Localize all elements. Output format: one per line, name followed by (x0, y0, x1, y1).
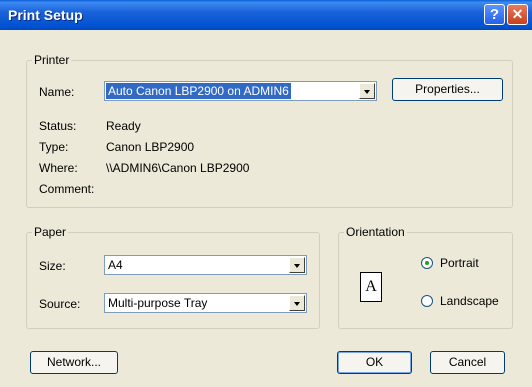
where-label: Where: (39, 161, 78, 175)
ok-button[interactable]: OK (337, 351, 412, 374)
paper-group: Paper (26, 225, 320, 329)
comment-label: Comment: (39, 182, 95, 196)
chevron-down-icon[interactable] (289, 257, 305, 273)
printer-name-value: Auto Canon LBP2900 on ADMIN6 (106, 83, 291, 99)
portrait-page-icon: A (360, 272, 382, 302)
printer-name-select[interactable]: Auto Canon LBP2900 on ADMIN6 (104, 81, 377, 101)
portrait-radio[interactable] (421, 257, 433, 269)
printer-group: Printer (26, 53, 513, 208)
paper-size-value: A4 (108, 258, 123, 272)
landscape-label[interactable]: Landscape (440, 294, 499, 308)
paper-source-select[interactable]: Multi-purpose Tray (104, 293, 307, 313)
print-setup-dialog: Print Setup ? ✕ Printer Name: Auto Canon… (0, 0, 532, 387)
source-label: Source: (39, 297, 81, 311)
type-value: Canon LBP2900 (106, 140, 195, 154)
size-label: Size: (39, 259, 66, 273)
paper-source-value: Multi-purpose Tray (108, 296, 208, 310)
paper-size-select[interactable]: A4 (104, 255, 307, 275)
status-label: Status: (39, 119, 77, 133)
window-title: Print Setup (8, 7, 83, 23)
portrait-label[interactable]: Portrait (440, 256, 479, 270)
network-button[interactable]: Network... (30, 351, 118, 374)
name-label: Name: (39, 85, 75, 99)
cancel-button[interactable]: Cancel (430, 351, 505, 374)
type-label: Type: (39, 140, 69, 154)
close-button[interactable]: ✕ (507, 4, 528, 25)
landscape-radio[interactable] (421, 295, 433, 307)
close-icon: ✕ (511, 6, 524, 22)
help-icon: ? (489, 6, 500, 23)
chevron-down-icon[interactable] (289, 295, 305, 311)
title-bar[interactable]: Print Setup ? ✕ (0, 0, 532, 30)
chevron-down-icon[interactable] (359, 83, 375, 99)
where-value: \\ADMIN6\Canon LBP2900 (106, 161, 250, 175)
paper-group-label: Paper (34, 225, 67, 239)
orientation-group-label: Orientation (346, 225, 405, 239)
page-letter: A (365, 278, 377, 295)
status-value: Ready (106, 119, 141, 133)
printer-group-label: Printer (34, 53, 70, 67)
properties-button[interactable]: Properties... (392, 78, 503, 101)
help-button[interactable]: ? (484, 4, 505, 25)
